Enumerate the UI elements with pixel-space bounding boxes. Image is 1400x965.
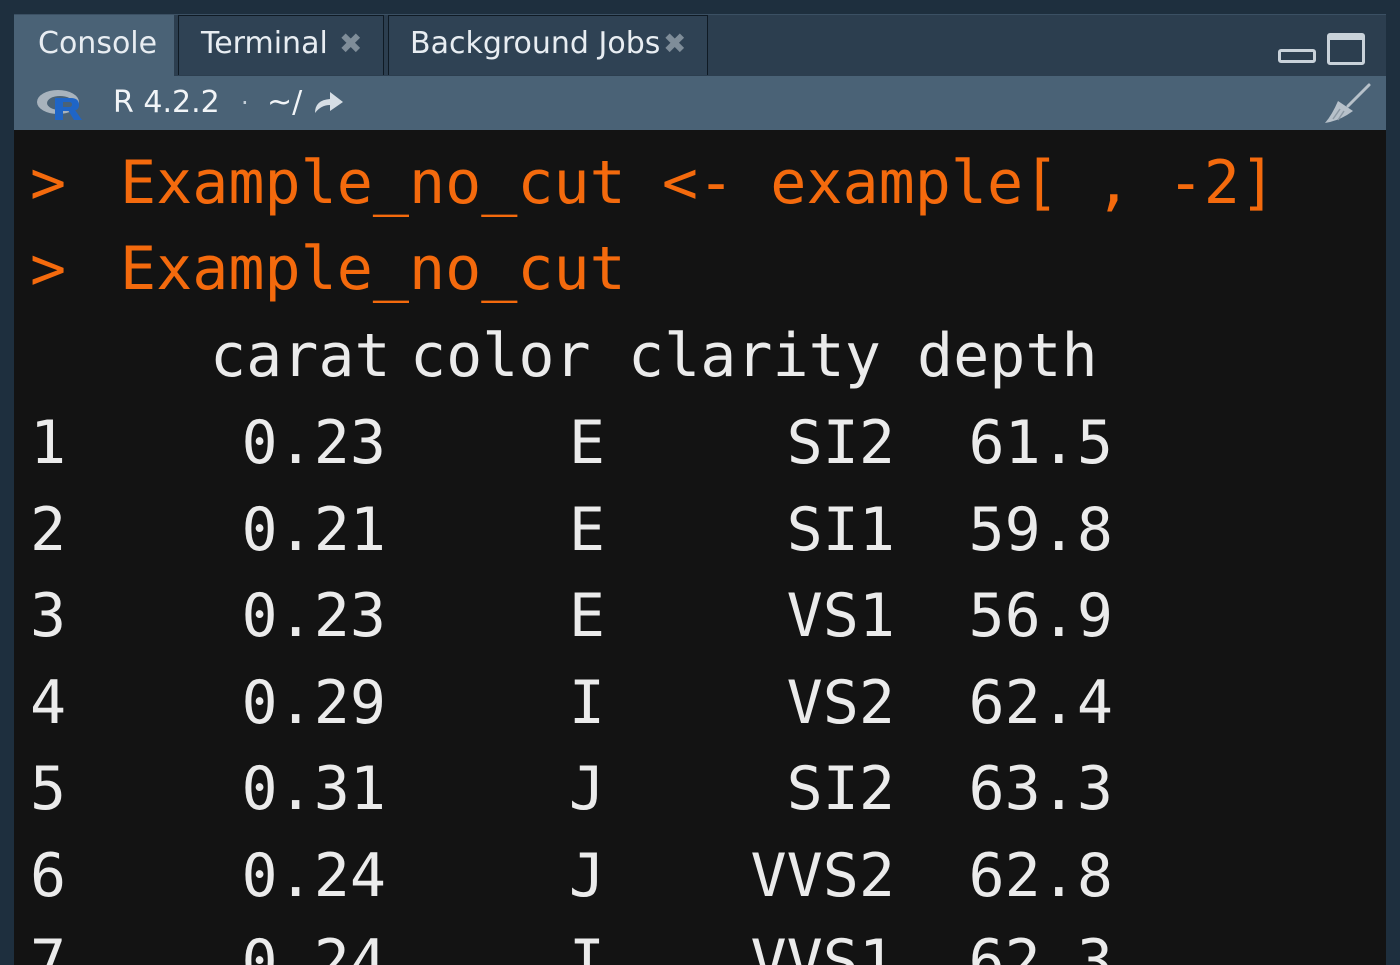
working-directory-label[interactable]: ~/ bbox=[267, 76, 302, 130]
table-cell-carat: 0.29 bbox=[241, 667, 387, 738]
table-cell-color: E bbox=[568, 581, 605, 651]
table-cell-color: E bbox=[568, 494, 605, 565]
maximize-pane-icon[interactable] bbox=[1327, 33, 1365, 65]
go-to-directory-icon[interactable] bbox=[312, 89, 346, 115]
prompt-symbol: > bbox=[30, 148, 67, 218]
table-cell-clarity: VVS2 bbox=[750, 840, 896, 911]
rstudio-console-pane: Console Terminal ✖ Background Jobs ✖ R 4… bbox=[0, 0, 1400, 965]
table-cell-carat: 0.23 bbox=[241, 408, 387, 478]
close-icon[interactable]: ✖ bbox=[339, 16, 362, 72]
tab-background-jobs-label: Background Jobs bbox=[410, 26, 661, 61]
row-index: 7 bbox=[30, 927, 67, 965]
tab-console[interactable]: Console bbox=[14, 15, 174, 77]
clear-console-broom-icon[interactable] bbox=[1322, 82, 1372, 124]
table-cell-clarity: SI2 bbox=[786, 408, 895, 478]
table-cell-color: I bbox=[568, 927, 605, 965]
row-index: 6 bbox=[30, 840, 67, 911]
tab-terminal-label: Terminal bbox=[201, 26, 328, 61]
prompt-symbol: > bbox=[30, 234, 67, 304]
table-cell-color: E bbox=[568, 408, 605, 478]
table-header-row: carat color clarity depth bbox=[30, 313, 1098, 399]
table-cell-clarity: SI1 bbox=[786, 494, 895, 565]
table-cell-depth: 56.9 bbox=[968, 581, 1114, 651]
table-cell-clarity: VS1 bbox=[786, 581, 895, 651]
table-row: 6 0.24 J VVS2 62.8 bbox=[30, 833, 1370, 919]
table-row: 2 0.21 E SI1 59.8 bbox=[30, 487, 1370, 573]
table-cell-carat: 0.24 bbox=[241, 927, 387, 965]
row-index: 2 bbox=[30, 494, 67, 565]
table-cell-clarity: VS2 bbox=[786, 667, 895, 738]
console-output[interactable]: > Example_no_cut <- example[ , -2] > Exa… bbox=[14, 130, 1386, 965]
table-cell-carat: 0.23 bbox=[241, 581, 387, 651]
column-header-carat: carat bbox=[210, 321, 391, 391]
column-header-clarity: clarity bbox=[628, 321, 881, 391]
row-index: 5 bbox=[30, 754, 67, 824]
table-cell-depth: 62.4 bbox=[968, 667, 1114, 738]
table-cell-carat: 0.21 bbox=[241, 494, 387, 565]
table-row: 3 0.23 E VS1 56.9 bbox=[30, 573, 1370, 659]
table-cell-clarity: VVS1 bbox=[750, 927, 896, 965]
row-index: 3 bbox=[30, 581, 67, 651]
table-cell-color: I bbox=[568, 667, 605, 738]
table-cell-carat: 0.24 bbox=[241, 840, 387, 911]
command-text: Example_no_cut bbox=[120, 234, 626, 304]
column-header-color: color bbox=[410, 321, 591, 391]
table-cell-clarity: SI2 bbox=[786, 754, 895, 824]
table-cell-depth: 62.3 bbox=[968, 927, 1114, 965]
row-index: 1 bbox=[30, 408, 67, 478]
table-cell-depth: 59.8 bbox=[968, 494, 1114, 565]
console-toolbar: R 4.2.2 · ~/ bbox=[14, 76, 1386, 130]
r-version-label: R 4.2.2 bbox=[113, 85, 220, 120]
close-icon[interactable]: ✖ bbox=[663, 16, 686, 72]
table-cell-carat: 0.31 bbox=[241, 754, 387, 824]
table-row: 5 0.31 J SI2 63.3 bbox=[30, 746, 1370, 832]
toolbar-separator: · bbox=[241, 89, 249, 117]
table-row: 4 0.29 I VS2 62.4 bbox=[30, 660, 1370, 746]
table-cell-depth: 61.5 bbox=[968, 408, 1114, 478]
console-command-line: > Example_no_cut bbox=[30, 226, 626, 312]
command-text: Example_no_cut <- example[ , -2] bbox=[120, 148, 1276, 218]
console-command-line: > Example_no_cut <- example[ , -2] bbox=[30, 140, 1276, 226]
minimize-pane-icon[interactable] bbox=[1278, 49, 1316, 63]
table-cell-depth: 62.8 bbox=[968, 840, 1114, 911]
pane-tab-bar: Console Terminal ✖ Background Jobs ✖ bbox=[14, 14, 1386, 77]
column-header-depth: depth bbox=[917, 321, 1098, 391]
r-logo-icon bbox=[37, 90, 82, 120]
tab-console-label: Console bbox=[38, 26, 158, 61]
table-cell-depth: 63.3 bbox=[968, 754, 1114, 824]
table-cell-color: J bbox=[568, 840, 605, 911]
table-row: 1 0.23 E SI2 61.5 bbox=[30, 400, 1370, 486]
table-row: 7 0.24 I VVS1 62.3 bbox=[30, 919, 1370, 965]
tab-terminal[interactable]: Terminal ✖ bbox=[178, 15, 384, 75]
table-cell-color: J bbox=[568, 754, 605, 824]
tab-background-jobs[interactable]: Background Jobs ✖ bbox=[388, 15, 708, 75]
row-index: 4 bbox=[30, 667, 67, 738]
